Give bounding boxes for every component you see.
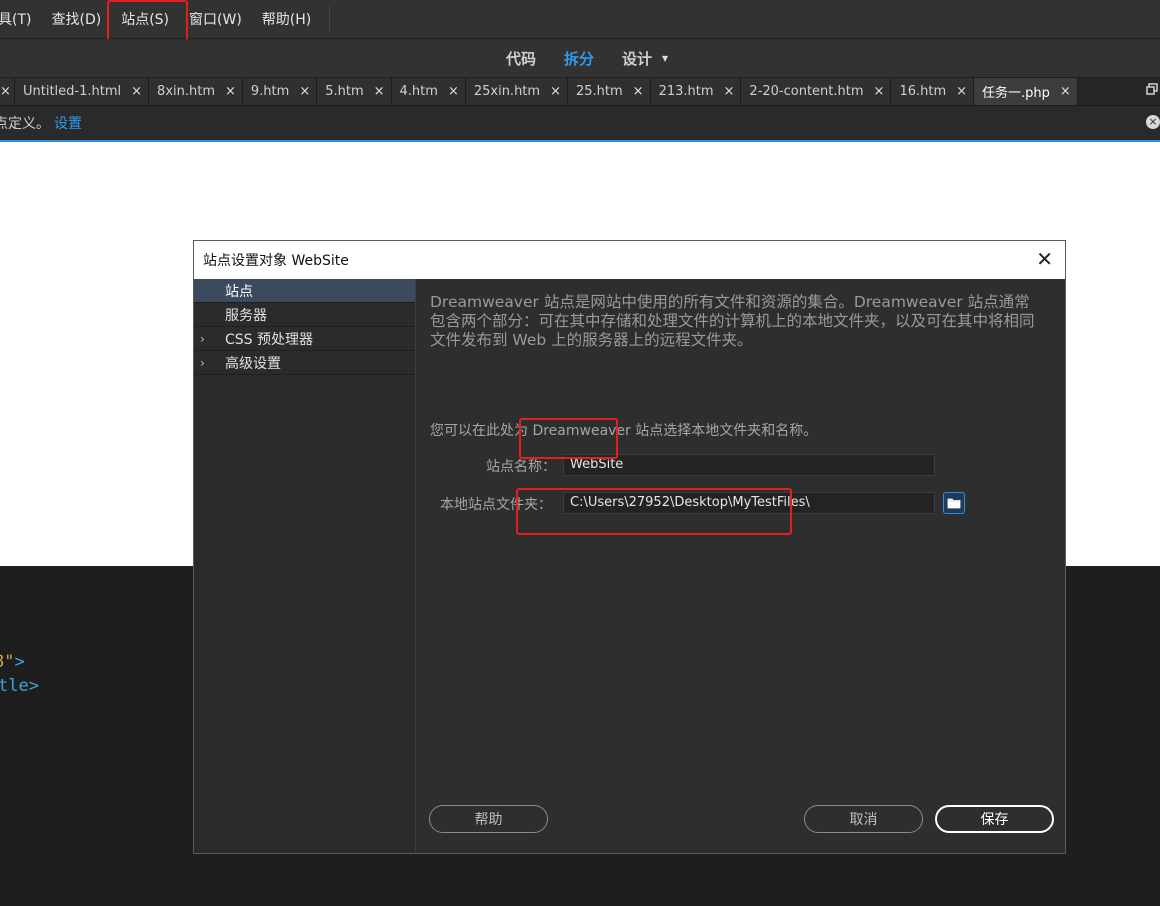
dialog-sidebar: 站点 服务器 › CSS 预处理器 › 高级设置: [194, 279, 416, 853]
folder-icon: [947, 498, 961, 509]
close-icon[interactable]: ×: [874, 84, 885, 99]
close-icon[interactable]: ×: [550, 84, 561, 99]
document-tab[interactable]: 8xin.htm ×: [149, 78, 243, 105]
close-icon[interactable]: ×: [633, 84, 644, 99]
close-icon[interactable]: ×: [956, 84, 967, 99]
code-string: 8": [0, 652, 15, 672]
tab-label: 8xin.htm: [157, 84, 215, 99]
sidebar-item-label: CSS 预处理器: [225, 331, 313, 348]
code-line: tle>: [0, 676, 39, 696]
instruction-text: 您可以在此处为 Dreamweaver 站点选择本地文件夹和名称。: [430, 423, 818, 439]
highlight-annotation-local-folder: [516, 488, 792, 535]
site-name-input[interactable]: WebSite: [563, 454, 935, 476]
site-name-label: 站点名称：: [486, 459, 556, 475]
tab-label: Untitled-1.html: [23, 84, 122, 99]
dialog-titlebar: 站点设置对象 WebSite ✕: [194, 241, 1065, 279]
tab-label: 9.htm: [250, 84, 290, 99]
info-bar: 点定义。 设置 ×: [0, 106, 1160, 142]
cancel-button[interactable]: 取消: [804, 805, 923, 833]
sidebar-item-site[interactable]: 站点: [194, 279, 415, 303]
document-tab[interactable]: 213.htm ×: [650, 78, 742, 105]
setup-link[interactable]: 设置: [54, 113, 82, 133]
document-tab-active[interactable]: 任务一.php ×: [974, 78, 1078, 105]
help-button[interactable]: 帮助: [429, 805, 548, 833]
tab-label: 16.htm: [899, 84, 947, 99]
menu-tools[interactable]: 具(T): [0, 9, 41, 29]
dialog-main-panel: Dreamweaver 站点是网站中使用的所有文件和资源的集合。Dreamwea…: [416, 279, 1066, 853]
site-description: Dreamweaver 站点是网站中使用的所有文件和资源的集合。Dreamwea…: [430, 293, 1035, 349]
menu-find[interactable]: 查找(D): [41, 9, 111, 29]
document-tab[interactable]: 2-20-content.htm ×: [741, 78, 892, 105]
view-switcher: 代码 拆分 设计 ▾: [0, 39, 1160, 77]
code-tag: >: [14, 652, 25, 672]
tab-partial[interactable]: ×: [0, 78, 15, 105]
document-tab-bar: × Untitled-1.html × 8xin.htm × 9.htm × 5…: [0, 78, 1160, 106]
close-icon[interactable]: ×: [724, 84, 735, 99]
sidebar-item-label: 高级设置: [225, 355, 281, 372]
highlight-annotation-site-name: [519, 418, 618, 459]
close-icon[interactable]: ×: [131, 84, 142, 99]
tab-label: 25.htm: [575, 84, 623, 99]
split-view-button[interactable]: 拆分: [564, 48, 594, 69]
tab-label: 任务一.php: [982, 86, 1050, 101]
sidebar-item-label: 站点: [225, 283, 253, 300]
close-icon[interactable]: ✕: [1036, 249, 1053, 269]
restore-window-icon[interactable]: [1146, 83, 1158, 98]
document-tab[interactable]: 5.htm ×: [317, 78, 392, 105]
menu-help[interactable]: 帮助(H): [252, 9, 321, 29]
menu-divider: [329, 6, 331, 32]
close-icon[interactable]: ×: [0, 84, 11, 99]
document-tab[interactable]: Untitled-1.html ×: [15, 78, 150, 105]
document-tab[interactable]: 25xin.htm ×: [465, 78, 568, 105]
code-view-button[interactable]: 代码: [506, 48, 536, 69]
info-message: 点定义。: [0, 116, 50, 132]
close-icon[interactable]: ×: [374, 84, 385, 99]
close-icon[interactable]: ×: [448, 84, 459, 99]
document-tab[interactable]: 9.htm ×: [242, 78, 318, 105]
document-tab[interactable]: 4.htm ×: [391, 78, 466, 105]
design-view-button[interactable]: 设计: [622, 48, 652, 69]
tab-label: 213.htm: [658, 84, 714, 99]
close-icon[interactable]: ×: [225, 84, 236, 99]
sidebar-item-label: 服务器: [225, 307, 267, 324]
document-tab[interactable]: 16.htm ×: [891, 78, 975, 105]
dialog-title: 站点设置对象 WebSite: [203, 253, 349, 269]
tab-label: 25xin.htm: [473, 84, 541, 99]
tab-label: 4.htm: [399, 84, 438, 99]
tab-label: 2-20-content.htm: [749, 84, 864, 99]
chevron-right-icon[interactable]: ›: [200, 332, 205, 346]
browse-folder-button[interactable]: [943, 492, 965, 514]
sidebar-item-advanced-settings[interactable]: › 高级设置: [194, 351, 415, 375]
menu-window[interactable]: 窗口(W): [179, 9, 252, 29]
close-icon[interactable]: ×: [1146, 115, 1160, 129]
code-line: 8">: [0, 652, 25, 672]
tab-label: 5.htm: [325, 84, 364, 99]
chevron-right-icon[interactable]: ›: [200, 356, 205, 370]
close-icon[interactable]: ×: [1060, 84, 1071, 99]
chevron-down-icon[interactable]: ▾: [662, 51, 668, 65]
site-setup-dialog: 站点设置对象 WebSite ✕ 站点 服务器 › CSS 预处理器 › 高级设…: [193, 240, 1066, 854]
save-button[interactable]: 保存: [935, 805, 1054, 833]
close-icon[interactable]: ×: [299, 84, 310, 99]
sidebar-item-css-preprocessors[interactable]: › CSS 预处理器: [194, 327, 415, 351]
sidebar-item-servers[interactable]: 服务器: [194, 303, 415, 327]
document-tab[interactable]: 25.htm ×: [567, 78, 651, 105]
